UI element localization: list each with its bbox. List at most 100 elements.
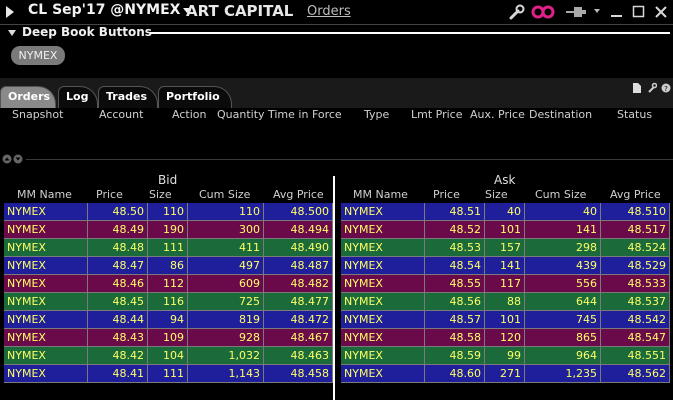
price-cell: 48.44 [88,311,148,329]
tab-orders[interactable]: Orders [0,86,56,108]
help-icon[interactable]: ? [661,82,671,94]
ask-book-row[interactable]: NYMEX 48.55 117 556 48.533 [341,275,670,293]
avg-price-cell: 48.477 [264,293,333,311]
cum-size-cell: 928 [188,329,264,347]
ask-book-row[interactable]: NYMEX 48.60 271 1,235 48.562 [341,365,670,383]
col-aux-price[interactable]: Aux. Price [470,108,525,121]
ask-book-row[interactable]: NYMEX 48.56 88 644 48.537 [341,293,670,311]
avg-price-cell: 48.463 [264,347,333,365]
cum-size-cell: 964 [525,347,601,365]
bid-book-row[interactable]: NYMEX 48.45 116 725 48.477 [4,293,333,311]
col-action[interactable]: Action [172,108,206,121]
size-cell: 110 [148,203,188,221]
avg-price-cell: 48.467 [264,329,333,347]
document-icon[interactable] [632,82,642,94]
tab-portfolio[interactable]: Portfolio [158,86,232,108]
mm-name-cell: NYMEX [4,257,88,275]
mm-name-cell: NYMEX [4,293,88,311]
price-cell: 48.41 [88,365,148,383]
bid-book-row[interactable]: NYMEX 48.50 110 110 48.500 [4,203,333,221]
bid-book-row[interactable]: NYMEX 48.43 109 928 48.467 [4,329,333,347]
deep-book-header[interactable]: Deep Book Buttons [8,25,152,39]
link-icon[interactable] [530,4,558,20]
scroll-up-icon[interactable] [2,154,12,164]
cum-size-cell: 725 [188,293,264,311]
cum-size-cell: 411 [188,239,264,257]
avg-price-cell: 48.494 [264,221,333,239]
bid-book-row[interactable]: NYMEX 48.42 104 1,032 48.463 [4,347,333,365]
ask-book-row[interactable]: NYMEX 48.54 141 439 48.529 [341,257,670,275]
ask-book-row[interactable]: NYMEX 48.52 101 141 48.517 [341,221,670,239]
bid-col-avg-price[interactable]: Avg Price [273,188,324,201]
tools-icon[interactable] [647,82,657,94]
price-cell: 48.57 [425,311,485,329]
cum-size-cell: 1,235 [525,365,601,383]
scroll-down-icon[interactable] [13,154,23,164]
ask-book-row[interactable]: NYMEX 48.58 120 865 48.547 [341,329,670,347]
close-icon[interactable] [654,4,668,20]
mm-name-cell: NYMEX [341,221,425,239]
tab-trades[interactable]: Trades [98,86,158,108]
bid-book-row[interactable]: NYMEX 48.48 111 411 48.490 [4,239,333,257]
mm-name-cell: NYMEX [341,365,425,383]
col-account[interactable]: Account [99,108,143,121]
mm-name-cell: NYMEX [341,239,425,257]
bid-book-row[interactable]: NYMEX 48.47 86 497 48.487 [4,257,333,275]
size-cell: 99 [485,347,525,365]
bid-col-price[interactable]: Price [96,188,123,201]
mm-name-cell: NYMEX [4,203,88,221]
cum-size-cell: 300 [188,221,264,239]
orders-header: Snapshot Account Action Quantity Time in… [0,108,673,124]
svg-text:?: ? [664,85,668,93]
bid-col-mm-name[interactable]: MM Name [17,188,72,201]
maximize-icon[interactable] [632,4,646,20]
size-cell: 101 [485,221,525,239]
col-type[interactable]: Type [364,108,389,121]
col-time-in-force[interactable]: Time in Force [268,108,342,121]
avg-price-cell: 48.529 [601,257,670,275]
splitter[interactable] [26,159,673,160]
bid-book-row[interactable]: NYMEX 48.41 111 1,143 48.458 [4,365,333,383]
ask-col-price[interactable]: Price [433,188,460,201]
ask-book-row[interactable]: NYMEX 48.57 101 745 48.542 [341,311,670,329]
bid-col-cum-size[interactable]: Cum Size [199,188,250,201]
ask-col-mm-name[interactable]: MM Name [353,188,408,201]
mm-name-cell: NYMEX [341,257,425,275]
minimize-icon[interactable] [610,4,624,20]
col-status[interactable]: Status [617,108,652,121]
mm-name-cell: NYMEX [341,311,425,329]
chevron-down-icon[interactable] [8,29,16,36]
bid-book-row[interactable]: NYMEX 48.49 190 300 48.494 [4,221,333,239]
size-cell: 190 [148,221,188,239]
price-cell: 48.55 [425,275,485,293]
avg-price-cell: 48.472 [264,311,333,329]
chevron-down-icon[interactable] [594,9,600,13]
bid-book-row[interactable]: NYMEX 48.44 94 819 48.472 [4,311,333,329]
pin-icon[interactable] [564,4,590,20]
mm-name-cell: NYMEX [341,329,425,347]
ticker-selector[interactable]: CL Sep'17 @NYMEX [28,2,192,18]
avg-price-cell: 48.524 [601,239,670,257]
ask-col-cum-size[interactable]: Cum Size [535,188,586,201]
ask-book-row[interactable]: NYMEX 48.51 40 40 48.510 [341,203,670,221]
col-quantity[interactable]: Quantity [217,108,265,121]
mm-name-cell: NYMEX [341,203,425,221]
size-cell: 112 [148,275,188,293]
ask-col-size[interactable]: Size [485,188,508,201]
ask-book-row[interactable]: NYMEX 48.59 99 964 48.551 [341,347,670,365]
col-lmt-price[interactable]: Lmt Price [411,108,463,121]
wrench-icon[interactable] [508,4,526,20]
bid-book-row[interactable]: NYMEX 48.46 112 609 48.482 [4,275,333,293]
orders-link[interactable]: Orders [307,4,351,19]
play-icon[interactable] [6,6,14,18]
ask-book-row[interactable]: NYMEX 48.53 157 298 48.524 [341,239,670,257]
bid-title: Bid [158,173,178,187]
nymex-button[interactable]: NYMEX [11,46,65,65]
size-cell: 116 [148,293,188,311]
avg-price-cell: 48.562 [601,365,670,383]
bid-col-size[interactable]: Size [149,188,172,201]
col-destination[interactable]: Destination [529,108,592,121]
tab-log[interactable]: Log [58,86,98,108]
ask-col-avg-price[interactable]: Avg Price [610,188,661,201]
col-snapshot[interactable]: Snapshot [12,108,63,121]
